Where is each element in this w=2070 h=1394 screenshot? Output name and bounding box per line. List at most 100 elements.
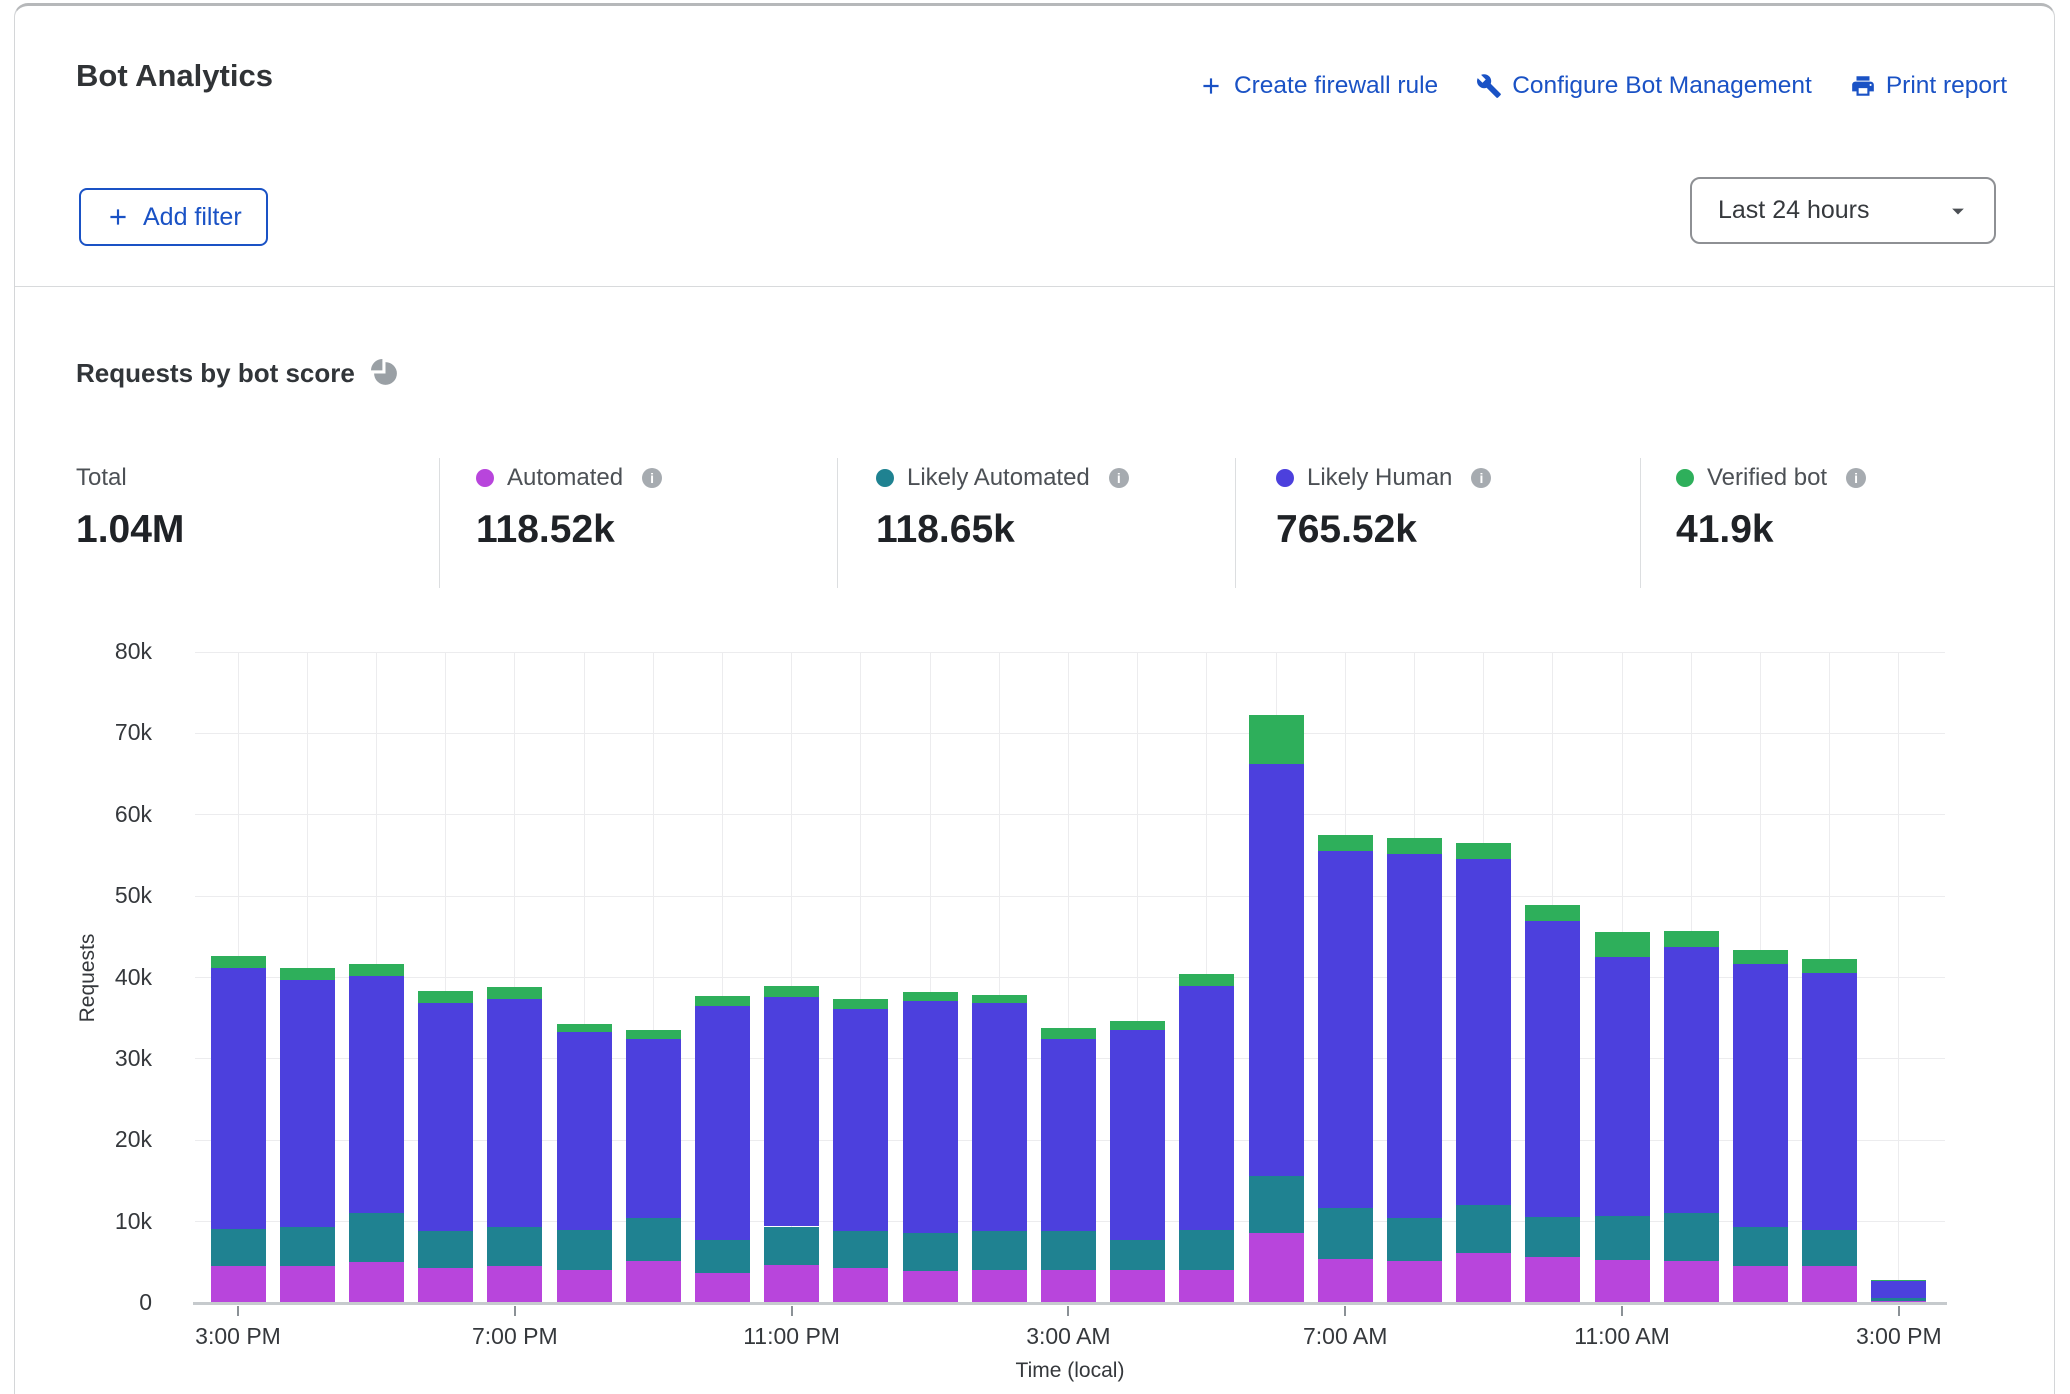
bar-segment-likely-human[interactable] <box>1802 973 1857 1229</box>
bar-segment-verified-bot[interactable] <box>1041 1028 1096 1039</box>
bar-segment-automated[interactable] <box>972 1270 1027 1303</box>
bar-segment-automated[interactable] <box>1664 1261 1719 1303</box>
bar-segment-verified-bot[interactable] <box>1871 1280 1926 1281</box>
bar-segment-verified-bot[interactable] <box>1733 950 1788 965</box>
bar-segment-verified-bot[interactable] <box>1318 835 1373 850</box>
bar-segment-likely-automated[interactable] <box>1664 1213 1719 1260</box>
bar-segment-automated[interactable] <box>833 1268 888 1303</box>
bar-segment-verified-bot[interactable] <box>972 995 1027 1003</box>
bar-segment-likely-human[interactable] <box>1733 964 1788 1227</box>
bar-segment-verified-bot[interactable] <box>695 996 750 1006</box>
bar-segment-likely-automated[interactable] <box>1802 1230 1857 1267</box>
bar-segment-likely-automated[interactable] <box>1318 1208 1373 1259</box>
bar-segment-likely-automated[interactable] <box>418 1231 473 1268</box>
bar-segment-likely-automated[interactable] <box>1249 1176 1304 1233</box>
bar-segment-likely-human[interactable] <box>1664 947 1719 1214</box>
bar-segment-likely-human[interactable] <box>1318 851 1373 1208</box>
bar-segment-verified-bot[interactable] <box>557 1024 612 1032</box>
bar-segment-likely-human[interactable] <box>557 1032 612 1230</box>
bar-segment-automated[interactable] <box>1110 1270 1165 1303</box>
bar-segment-likely-human[interactable] <box>695 1006 750 1240</box>
bar-segment-verified-bot[interactable] <box>903 992 958 1001</box>
bar-segment-automated[interactable] <box>1733 1266 1788 1303</box>
bar-segment-automated[interactable] <box>1595 1260 1650 1303</box>
bar-segment-automated[interactable] <box>1456 1253 1511 1303</box>
bar-segment-verified-bot[interactable] <box>1456 843 1511 858</box>
bar-segment-automated[interactable] <box>1179 1270 1234 1303</box>
bar-segment-verified-bot[interactable] <box>1525 905 1580 920</box>
bar-segment-automated[interactable] <box>211 1266 266 1303</box>
bar-segment-likely-human[interactable] <box>1249 764 1304 1176</box>
bar-segment-automated[interactable] <box>1525 1257 1580 1303</box>
bar-segment-likely-automated[interactable] <box>1595 1216 1650 1260</box>
bar-segment-likely-human[interactable] <box>1041 1039 1096 1230</box>
bar-segment-likely-human[interactable] <box>1179 986 1234 1230</box>
bar-segment-likely-human[interactable] <box>972 1003 1027 1232</box>
bar-segment-verified-bot[interactable] <box>626 1030 681 1038</box>
bar-segment-automated[interactable] <box>903 1271 958 1303</box>
bar-segment-likely-automated[interactable] <box>972 1231 1027 1270</box>
bar-segment-verified-bot[interactable] <box>349 964 404 976</box>
bar-segment-likely-automated[interactable] <box>1456 1205 1511 1253</box>
bar-segment-likely-automated[interactable] <box>695 1240 750 1273</box>
bar-segment-likely-human[interactable] <box>1525 921 1580 1217</box>
bar-segment-likely-automated[interactable] <box>1041 1231 1096 1270</box>
bar-segment-likely-human[interactable] <box>1595 957 1650 1216</box>
bar-segment-likely-human[interactable] <box>764 997 819 1226</box>
bar-segment-likely-automated[interactable] <box>1525 1217 1580 1258</box>
bar-segment-automated[interactable] <box>626 1261 681 1303</box>
bar-segment-likely-automated[interactable] <box>1110 1240 1165 1270</box>
bar-segment-verified-bot[interactable] <box>1249 715 1304 765</box>
bar-segment-likely-human[interactable] <box>1456 859 1511 1205</box>
bar-segment-verified-bot[interactable] <box>764 986 819 997</box>
bar-segment-verified-bot[interactable] <box>1595 932 1650 957</box>
bar-segment-automated[interactable] <box>1041 1270 1096 1303</box>
bar-segment-verified-bot[interactable] <box>487 987 542 999</box>
bar-segment-likely-human[interactable] <box>418 1003 473 1232</box>
bar-segment-verified-bot[interactable] <box>280 968 335 980</box>
bar-segment-likely-automated[interactable] <box>1387 1218 1442 1261</box>
bar-segment-likely-automated[interactable] <box>1179 1230 1234 1271</box>
bar-segment-automated[interactable] <box>695 1273 750 1303</box>
bar-segment-verified-bot[interactable] <box>833 999 888 1009</box>
bar-segment-verified-bot[interactable] <box>1179 974 1234 985</box>
bar-segment-automated[interactable] <box>349 1262 404 1303</box>
bar-segment-verified-bot[interactable] <box>1110 1021 1165 1031</box>
bar-segment-automated[interactable] <box>418 1268 473 1303</box>
bar-segment-likely-automated[interactable] <box>764 1227 819 1265</box>
bar-segment-likely-automated[interactable] <box>833 1231 888 1268</box>
bar-segment-likely-automated[interactable] <box>487 1227 542 1266</box>
bar-segment-likely-automated[interactable] <box>349 1213 404 1262</box>
bar-segment-automated[interactable] <box>1318 1259 1373 1303</box>
bar-segment-likely-automated[interactable] <box>1871 1298 1926 1300</box>
bar-segment-likely-human[interactable] <box>833 1009 888 1230</box>
bar-segment-likely-human[interactable] <box>903 1001 958 1233</box>
bar-segment-automated[interactable] <box>280 1266 335 1303</box>
bar-segment-verified-bot[interactable] <box>1802 959 1857 974</box>
bar-segment-likely-automated[interactable] <box>903 1233 958 1271</box>
y-tick-label: 50k <box>42 882 152 909</box>
bar-segment-automated[interactable] <box>557 1270 612 1303</box>
bar-segment-likely-human[interactable] <box>487 999 542 1227</box>
bar-segment-verified-bot[interactable] <box>418 991 473 1003</box>
bar-segment-likely-human[interactable] <box>1387 854 1442 1218</box>
bar-segment-verified-bot[interactable] <box>1664 931 1719 946</box>
bar-segment-likely-human[interactable] <box>349 976 404 1214</box>
bar-segment-automated[interactable] <box>764 1265 819 1303</box>
bar-segment-verified-bot[interactable] <box>211 956 266 967</box>
bar-segment-likely-automated[interactable] <box>557 1230 612 1270</box>
bar-segment-verified-bot[interactable] <box>1387 838 1442 853</box>
bar-segment-likely-human[interactable] <box>211 968 266 1229</box>
bar-segment-automated[interactable] <box>1802 1266 1857 1303</box>
bar-segment-automated[interactable] <box>487 1266 542 1303</box>
bar-segment-automated[interactable] <box>1387 1261 1442 1303</box>
bar-segment-likely-automated[interactable] <box>211 1229 266 1266</box>
bar-segment-likely-automated[interactable] <box>1733 1227 1788 1265</box>
bar-segment-automated[interactable] <box>1249 1233 1304 1303</box>
bar-segment-likely-human[interactable] <box>626 1039 681 1218</box>
bar-segment-likely-human[interactable] <box>1871 1281 1926 1298</box>
bar-segment-likely-human[interactable] <box>1110 1030 1165 1240</box>
bar-segment-likely-automated[interactable] <box>626 1218 681 1261</box>
bar-segment-likely-human[interactable] <box>280 980 335 1227</box>
bar-segment-likely-automated[interactable] <box>280 1227 335 1265</box>
